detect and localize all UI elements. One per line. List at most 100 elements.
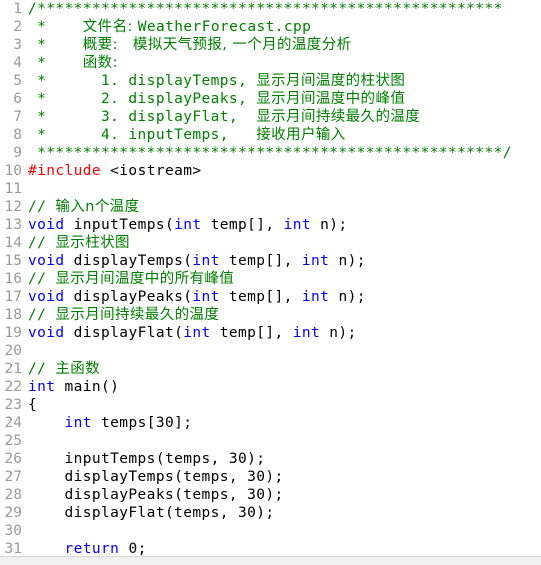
line-content[interactable]: void displayPeaks(int temp[], int n);: [28, 288, 366, 306]
token-plain: n);: [329, 289, 366, 305]
line-content[interactable]: // 显示月间持续最久的温度: [28, 306, 219, 324]
code-line[interactable]: 8 * 4. inputTemps, 接收用户输入: [0, 126, 541, 144]
line-content[interactable]: * 1. displayTemps, 显示月间温度的柱状图: [28, 72, 405, 90]
code-line[interactable]: 28 displayPeaks(temps, 30);: [0, 486, 541, 504]
code-line[interactable]: 25: [0, 432, 541, 450]
token-comment: * 4. inputTemps,: [28, 127, 257, 143]
line-content[interactable]: * 4. inputTemps, 接收用户输入: [28, 126, 346, 144]
line-content[interactable]: displayFlat(temps, 30);: [28, 504, 275, 522]
line-content[interactable]: * 函数:: [28, 54, 118, 72]
code-line[interactable]: 10 #include <iostream>: [0, 162, 541, 180]
line-content[interactable]: {: [28, 396, 37, 414]
code-line[interactable]: 1 /**************************************…: [0, 0, 541, 18]
code-line[interactable]: 30: [0, 522, 541, 540]
code-line[interactable]: 4 * 函数:: [0, 54, 541, 72]
token-plain: displayPeaks(: [64, 289, 193, 305]
token-plain: temp[],: [210, 325, 293, 341]
code-line[interactable]: 19 void displayFlat(int temp[], int n);: [0, 324, 541, 342]
line-content[interactable]: * 3. displayFlat, 显示月间持续最久的温度: [28, 108, 420, 126]
line-number: 17: [4, 289, 22, 305]
code-line[interactable]: 18 // 显示月间持续最久的温度: [0, 306, 541, 324]
code-editor[interactable]: 1 /**************************************…: [0, 0, 541, 565]
token-plain: displayPeaks(temps, 30);: [28, 487, 284, 503]
code-line[interactable]: 22 int main(): [0, 378, 541, 396]
token-plain: n);: [311, 217, 348, 233]
code-line[interactable]: 13 void inputTemps(int temp[], int n);: [0, 216, 541, 234]
code-line[interactable]: 26 inputTemps(temps, 30);: [0, 450, 541, 468]
token-comment: 文件名:: [82, 19, 138, 35]
code-line[interactable]: 20: [0, 342, 541, 360]
line-number: 8: [13, 127, 22, 143]
line-content[interactable]: * 2. displayPeaks, 显示月间温度中的峰值: [28, 90, 405, 108]
token-key: int: [192, 253, 220, 269]
code-line[interactable]: 27 displayTemps(temps, 30);: [0, 468, 541, 486]
code-line[interactable]: 14 // 显示柱状图: [0, 234, 541, 252]
token-plain: displayTemps(temps, 30);: [28, 469, 284, 485]
line-number: 18: [4, 307, 22, 323]
token-comment: 显示月间温度中的峰值: [256, 91, 406, 107]
token-comment: //: [28, 199, 56, 215]
code-line[interactable]: 16 // 显示月间温度中的所有峰值: [0, 270, 541, 288]
line-content[interactable]: displayTemps(temps, 30);: [28, 468, 284, 486]
code-text-area[interactable]: 1 /**************************************…: [0, 0, 541, 556]
token-comment: * 2. displayPeaks,: [28, 91, 257, 107]
line-number: 21: [4, 361, 22, 377]
line-content[interactable]: // 显示月间温度中的所有峰值: [28, 270, 234, 288]
code-line[interactable]: 7 * 3. displayFlat, 显示月间持续最久的温度: [0, 108, 541, 126]
line-content[interactable]: void inputTemps(int temp[], int n);: [28, 216, 348, 234]
line-content[interactable]: * 概要: 模拟天气预报, 一个月的温度分析: [28, 36, 352, 54]
line-content[interactable]: /***************************************…: [28, 0, 503, 18]
line-content[interactable]: // 主函数: [28, 360, 100, 378]
line-content[interactable]: // 输入n个温度: [28, 198, 139, 216]
code-line[interactable]: 23 {: [0, 396, 541, 414]
line-number: 14: [4, 235, 22, 251]
line-content[interactable]: int main(): [28, 378, 119, 396]
code-line[interactable]: 12 // 输入n个温度: [0, 198, 541, 216]
token-key: int: [301, 289, 330, 305]
token-comment: //: [28, 235, 56, 251]
line-content[interactable]: void displayFlat(int temp[], int n);: [28, 324, 357, 342]
token-plain: inputTemps(temps, 30);: [28, 451, 266, 467]
line-number: 19: [4, 325, 22, 341]
code-line[interactable]: 21 // 主函数: [0, 360, 541, 378]
code-line[interactable]: 17 void displayPeaks(int temp[], int n);: [0, 288, 541, 306]
line-content[interactable]: int temps[30];: [28, 414, 192, 432]
line-number: 12: [4, 199, 22, 215]
token-comment: *: [28, 19, 83, 35]
line-number: 5: [13, 73, 22, 89]
token-comment: 显示月间温度中的所有峰值: [55, 271, 235, 287]
token-plain: inputTemps(: [64, 217, 175, 233]
line-content[interactable]: #include <iostream>: [28, 162, 201, 180]
line-number: 11: [4, 181, 22, 197]
line-number: 4: [13, 55, 22, 71]
code-line[interactable]: 3 * 概要: 模拟天气预报, 一个月的温度分析: [0, 36, 541, 54]
line-number: 15: [4, 253, 22, 269]
code-line[interactable]: 9 **************************************…: [0, 144, 541, 162]
line-content[interactable]: ****************************************…: [28, 144, 512, 162]
code-line[interactable]: 24 int temps[30];: [0, 414, 541, 432]
line-number: 1: [13, 1, 22, 17]
token-key: int: [28, 379, 56, 395]
token-key: void: [28, 325, 65, 341]
status-strip: [0, 556, 541, 565]
line-content[interactable]: inputTemps(temps, 30);: [28, 450, 265, 468]
code-line[interactable]: 31 return 0;: [0, 540, 541, 556]
line-content[interactable]: return 0;: [28, 540, 147, 556]
code-line[interactable]: 11: [0, 180, 541, 198]
line-number: 28: [4, 487, 22, 503]
code-line[interactable]: 2 * 文件名: WeatherForecast.cpp: [0, 18, 541, 36]
code-line[interactable]: 5 * 1. displayTemps, 显示月间温度的柱状图: [0, 72, 541, 90]
line-content[interactable]: void displayTemps(int temp[], int n);: [28, 252, 366, 270]
line-number: 23: [4, 397, 22, 413]
line-number: 22: [4, 379, 22, 395]
line-content[interactable]: * 文件名: WeatherForecast.cpp: [28, 18, 311, 36]
token-comment: *: [28, 37, 83, 53]
token-comment: //: [28, 307, 56, 323]
line-content[interactable]: displayPeaks(temps, 30);: [28, 486, 284, 504]
line-content[interactable]: // 显示柱状图: [28, 234, 130, 252]
code-line[interactable]: 29 displayFlat(temps, 30);: [0, 504, 541, 522]
code-line[interactable]: 15 void displayTemps(int temp[], int n);: [0, 252, 541, 270]
code-line[interactable]: 6 * 2. displayPeaks, 显示月间温度中的峰值: [0, 90, 541, 108]
token-plain: 0;: [119, 541, 147, 556]
token-comment: 概要: 模拟天气预报, 一个月的温度分析: [82, 37, 352, 53]
